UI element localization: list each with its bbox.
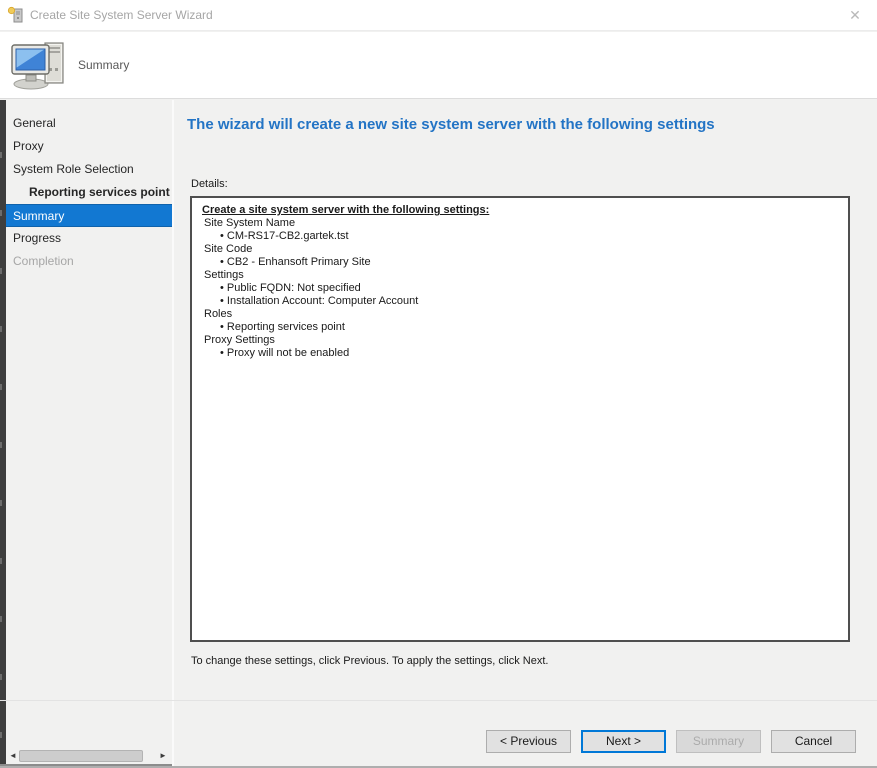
scrollbar-thumb[interactable] [19, 750, 143, 762]
computer-icon [10, 38, 70, 97]
sidebar-item-proxy[interactable]: Proxy [6, 135, 172, 158]
sidebar-item-progress[interactable]: Progress [6, 227, 172, 250]
wizard-page-summary: The wizard will create a new site system… [174, 100, 877, 768]
details-bullet: Proxy will not be enabled [202, 347, 838, 360]
cancel-button[interactable]: Cancel [771, 730, 856, 753]
sidebar-horizontal-scrollbar[interactable]: ◄ ► [6, 748, 172, 764]
details-bullet: Public FQDN: Not specified [202, 282, 838, 295]
details-section-name: Site Code [202, 243, 838, 256]
scroll-right-icon[interactable]: ► [156, 748, 170, 764]
window-title: Create Site System Server Wizard [30, 0, 213, 31]
previous-button[interactable]: < Previous [486, 730, 571, 753]
sidebar-item-reporting-services-point[interactable]: Reporting services point [6, 181, 172, 204]
step-title: Summary [78, 32, 129, 99]
wizard-app-icon [7, 6, 25, 24]
wizard-header: Summary [0, 32, 877, 99]
summary-details-box[interactable]: Create a site system server with the fol… [190, 196, 850, 642]
wizard-window: Create Site System Server Wizard ✕ Summa… [0, 0, 877, 768]
summary-button: Summary [676, 730, 761, 753]
details-bullet: CB2 - Enhansoft Primary Site [202, 256, 838, 269]
close-icon[interactable]: ✕ [839, 0, 871, 31]
details-bullet: CM-RS17-CB2.gartek.tst [202, 230, 838, 243]
details-section-name: Settings [202, 269, 838, 282]
sidebar-item-summary[interactable]: Summary [6, 204, 172, 227]
scroll-left-icon[interactable]: ◄ [6, 748, 20, 764]
footer-divider [0, 700, 877, 701]
wizard-nav-sidebar: General Proxy System Role Selection Repo… [6, 100, 172, 748]
details-section-name: Site System Name [202, 217, 838, 230]
footer-instruction: To change these settings, click Previous… [191, 655, 548, 667]
details-bullet: Installation Account: Computer Account [202, 295, 838, 308]
wizard-button-bar: < Previous Next > Summary Cancel [486, 730, 856, 753]
titlebar: Create Site System Server Wizard ✕ [0, 0, 877, 31]
sidebar-item-completion: Completion [6, 250, 172, 273]
details-title: Create a site system server with the fol… [202, 204, 838, 217]
page-heading: The wizard will create a new site system… [187, 116, 847, 133]
details-section-name: Proxy Settings [202, 334, 838, 347]
next-button[interactable]: Next > [581, 730, 666, 753]
details-label: Details: [191, 178, 228, 190]
details-bullet: Reporting services point [202, 321, 838, 334]
sidebar-item-system-role-selection[interactable]: System Role Selection [6, 158, 172, 181]
details-section-name: Roles [202, 308, 838, 321]
sidebar-item-general[interactable]: General [6, 112, 172, 135]
